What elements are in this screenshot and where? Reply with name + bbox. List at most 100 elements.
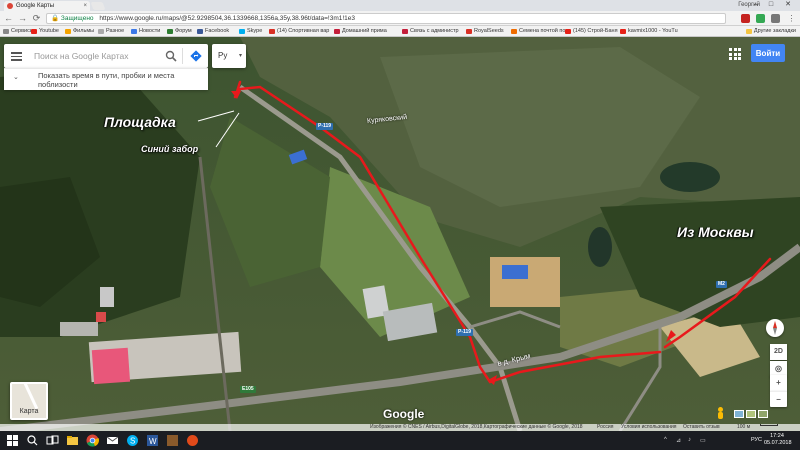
imagery-thumb-icon[interactable] (746, 410, 756, 418)
annotation-blue-fence: Синий забор (141, 144, 199, 154)
road-shield-e105: E105 (240, 386, 256, 393)
nearby-text: Показать время в пути, пробки и места по… (38, 71, 175, 89)
bookmark-item[interactable]: Facebook (197, 26, 229, 36)
bookmark-item[interactable]: Skype (239, 26, 262, 36)
attribution-link-region[interactable]: Россия (597, 424, 613, 431)
skype-icon[interactable]: S (126, 434, 139, 447)
annotation-from-moscow: Из Москвы (677, 224, 754, 240)
browser-tab[interactable]: Google Карты × (4, 1, 90, 11)
map-attribution: Изображения © CNES / Airbus,DigitalGlobe… (0, 424, 800, 431)
new-tab-button[interactable] (90, 2, 106, 10)
svg-text:W: W (149, 437, 157, 446)
bookmark-item[interactable]: (14) Спортивная вар (269, 26, 329, 36)
minimap-road (22, 384, 39, 410)
secure-label: Защищено (60, 15, 94, 22)
maximize-button[interactable]: □ (765, 0, 777, 10)
satellite-map[interactable]: Ру ▾ ⌄ Показать время в пути, пробки и м… (0, 37, 800, 431)
keyboard-icon[interactable]: ▭ (700, 437, 706, 444)
other-bookmarks[interactable]: Другие закладки (745, 26, 796, 36)
extension-red-icon[interactable] (741, 14, 750, 23)
minimap-label: Карта (19, 408, 39, 415)
map-search-box (4, 44, 208, 68)
reload-button[interactable]: ⟳ (31, 13, 42, 24)
network-icon[interactable]: ⊿ (676, 437, 681, 444)
annotation-pointer-lines (197, 110, 240, 148)
bookmark-item[interactable]: RoyalSeeds (466, 26, 504, 36)
layer-select-value: Ру (218, 51, 228, 60)
bookmark-item[interactable]: Домашний прима (334, 26, 387, 36)
chevron-down-icon: ⌄ (13, 74, 19, 81)
map-type-toggle[interactable]: Карта (10, 382, 48, 420)
bookmark-item[interactable]: Связь с администр (402, 26, 459, 36)
zoom-out-button[interactable]: − (770, 391, 787, 407)
sign-in-button[interactable]: Войти (751, 44, 785, 62)
clock-time: 17:24 (770, 433, 784, 439)
google-maps-favicon-icon (7, 3, 13, 9)
clock-date: 05.07.2018 (764, 440, 792, 446)
nearby-panel[interactable]: ⌄ Показать время в пути, пробки и места … (4, 68, 208, 90)
system-tray: ^ ⊿ ♪ ▭ РУС 17:24 05.07.2018 (664, 431, 794, 450)
bookmark-item[interactable]: Разное (98, 26, 124, 36)
bookmarks-bar: Сервисы Youtube Фильмы Разное Новости Форум Fa… (0, 26, 800, 37)
imagery-thumb-icon[interactable] (758, 410, 768, 418)
tab-close-icon[interactable]: × (83, 1, 87, 11)
compass-icon[interactable] (766, 319, 784, 337)
road-shield-p119: Р-119 (456, 329, 474, 336)
url-text: https://www.google.ru/maps/@52.9298504,3… (99, 15, 355, 22)
google-logo: Google (383, 407, 425, 421)
bookmark-item[interactable]: Фильмы (65, 26, 94, 36)
search-input[interactable] (34, 48, 174, 64)
imagery-thumb-icon[interactable] (734, 410, 744, 418)
bookmark-item[interactable]: kavmix1000 - YouTu (620, 26, 678, 36)
road-shield-p119: Р-119 (316, 123, 334, 130)
browser-menu-icon[interactable]: ⋮ (786, 13, 797, 24)
extension-gray-icon[interactable] (771, 14, 780, 23)
search-icon[interactable] (26, 434, 39, 447)
bookmark-item[interactable]: Youtube (31, 26, 59, 36)
word-icon[interactable]: W (146, 434, 159, 447)
app-icon[interactable] (166, 434, 179, 447)
layer-select[interactable]: Ру ▾ (212, 44, 246, 68)
bookmark-item[interactable]: Сервисы (3, 26, 34, 36)
scale-label: 100 м (737, 424, 751, 430)
browser-titlebar: Google Карты × Георгий – □ ✕ (0, 0, 800, 11)
road-shield-m2: М2 (716, 281, 727, 288)
scale-bar (760, 424, 778, 426)
attribution-link-feedback[interactable]: Оставить отзыв (683, 424, 720, 431)
clock[interactable]: 17:24 05.07.2018 (764, 433, 792, 447)
zoom-in-button[interactable]: + (770, 375, 787, 391)
bookmark-item[interactable]: Семена почтой по (511, 26, 565, 36)
chrome-icon[interactable] (86, 434, 99, 447)
close-window-button[interactable]: ✕ (782, 0, 794, 10)
forward-button[interactable]: → (17, 13, 28, 24)
chevron-down-icon: ▾ (238, 53, 242, 59)
lock-icon: 🔒 (51, 15, 60, 22)
windows-start-icon[interactable] (6, 434, 19, 447)
back-button[interactable]: ← (3, 13, 14, 24)
menu-icon[interactable] (11, 50, 22, 62)
show-hidden-icon[interactable]: ^ (664, 437, 667, 443)
bookmark-item[interactable]: Новости (131, 26, 160, 36)
bookmark-item[interactable]: Форум (167, 26, 192, 36)
minimize-button[interactable]: – (750, 0, 762, 10)
volume-icon[interactable]: ♪ (688, 437, 691, 443)
task-view-icon[interactable] (46, 434, 59, 447)
search-icon[interactable] (165, 50, 177, 62)
attribution-text: Изображения © CNES / Airbus,DigitalGlobe… (370, 424, 583, 430)
bookmark-item[interactable]: (145) Строй-Баня (565, 26, 618, 36)
search-divider (182, 48, 183, 64)
file-explorer-icon[interactable] (66, 434, 79, 447)
google-apps-icon[interactable] (729, 48, 741, 60)
mail-icon[interactable] (106, 434, 119, 447)
language-indicator[interactable]: РУС (751, 437, 762, 443)
app-icon[interactable] (186, 434, 199, 447)
windows-taskbar: S W ^ ⊿ ♪ ▭ РУС 17:24 05.07.2018 (0, 431, 800, 450)
view-mode-button[interactable]: 2D (770, 344, 787, 360)
address-bar: ← → ⟳ 🔒 Защищено https://www.google.ru/m… (0, 11, 800, 26)
directions-icon[interactable] (190, 50, 202, 62)
extension-green-icon[interactable] (756, 14, 765, 23)
pegman-icon[interactable] (717, 407, 724, 419)
svg-text:S: S (130, 437, 135, 446)
url-input[interactable]: 🔒 Защищено https://www.google.ru/maps/@5… (46, 13, 726, 24)
attribution-link-terms[interactable]: Условия использования (621, 424, 677, 431)
